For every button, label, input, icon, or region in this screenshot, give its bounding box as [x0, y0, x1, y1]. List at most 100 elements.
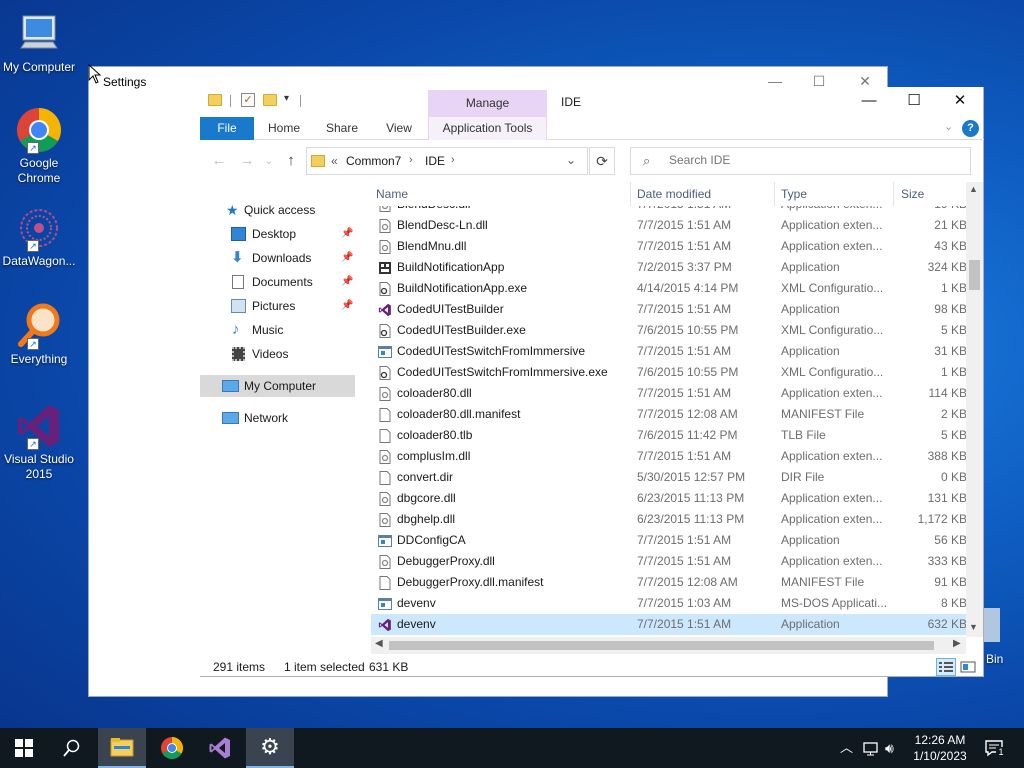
details-view-button[interactable] [936, 658, 956, 676]
file-type: MS-DOS Applicati... [781, 596, 888, 610]
expand-ribbon-chevron-icon[interactable]: ⌄ [944, 120, 953, 133]
search-input[interactable] [669, 153, 959, 167]
breadcrumb-common7[interactable]: Common7 [346, 154, 401, 168]
file-row[interactable]: DDConfigCA 7/7/2015 1:51 AM Application 56 … [371, 530, 968, 551]
manage-context-tab[interactable]: Manage [428, 90, 547, 117]
pin-icon[interactable]: 📌 [341, 223, 353, 245]
file-explorer-window[interactable]: ✓ ▾ Manage IDE — ☐ ✕ File Home Share Vie… [200, 87, 984, 677]
search-box[interactable]: ⌕ [630, 147, 971, 175]
file-row[interactable]: BlendDesc.dll 7/7/2015 1:51 AM Application… [371, 206, 968, 215]
desktop-icon-label: DataWagon... [2, 254, 76, 268]
nav-network[interactable]: Network [200, 407, 355, 429]
taskbar-visual-studio[interactable] [196, 728, 244, 768]
breadcrumb-separator-icon[interactable]: › [451, 154, 455, 166]
file-row[interactable]: coloader80.dll.manifest 7/7/2015 12:08 AM… [371, 404, 968, 425]
close-button[interactable]: ✕ [937, 91, 983, 113]
desktop-icon-my-computer[interactable]: My Computer [0, 10, 78, 75]
start-button[interactable] [0, 728, 48, 768]
up-arrow-icon[interactable]: ↑ [280, 152, 302, 169]
column-divider[interactable] [774, 182, 775, 206]
properties-check-icon[interactable]: ✓ [241, 93, 255, 107]
pin-icon[interactable]: 📌 [341, 271, 353, 293]
column-header-name[interactable]: Name [371, 182, 629, 206]
column-header-date-modified[interactable]: Date modified [632, 182, 772, 206]
file-row[interactable]: dbghelp.dll 6/23/2015 11:13 PM Application… [371, 509, 968, 530]
nav-quick-access[interactable]: ★ Quick access [200, 199, 355, 221]
file-row[interactable]: DebuggerProxy.dll.manifest 7/7/2015 12:08… [371, 572, 968, 593]
system-clock[interactable]: 12:26 AM 1/10/2023 [906, 732, 974, 764]
tab-share[interactable]: Share [318, 117, 366, 140]
horizontal-scrollbar[interactable]: ◀ ▶ [371, 637, 966, 654]
taskbar-chrome[interactable] [148, 728, 196, 768]
breadcrumb-ide[interactable]: IDE [425, 154, 445, 168]
maximize-button[interactable]: ☐ [891, 91, 937, 113]
file-row[interactable]: convert.dir 5/30/2015 12:57 PM DIR File 0 K… [371, 467, 968, 488]
file-row[interactable]: dbgcore.dll 6/23/2015 11:13 PM Application… [371, 488, 968, 509]
scroll-left-arrow-icon[interactable]: ◀ [375, 638, 383, 649]
column-header-type[interactable]: Type [776, 182, 891, 206]
nav-my-computer[interactable]: My Computer [200, 375, 355, 397]
breadcrumb-separator-icon[interactable]: › [409, 154, 413, 166]
scrollbar-thumb[interactable] [389, 641, 934, 650]
tab-home[interactable]: Home [260, 117, 308, 140]
nav-documents[interactable]: Documents 📌 [200, 271, 355, 293]
file-row[interactable]: DebuggerProxy.dll 7/7/2015 1:51 AM Applica… [371, 551, 968, 572]
recent-locations-chevron-icon[interactable]: ⌄ [258, 156, 280, 167]
desktop-icon-visual-studio[interactable]: ↗ Visual Studio 2015 [0, 402, 78, 482]
address-dropdown-chevron-icon[interactable]: ⌄ [566, 153, 576, 167]
scrollbar-thumb[interactable] [969, 260, 980, 290]
breadcrumb-overflow[interactable]: « [331, 154, 338, 168]
taskbar-settings[interactable]: ⚙ [246, 728, 294, 768]
new-folder-icon[interactable] [263, 94, 277, 106]
column-divider[interactable] [893, 182, 894, 206]
nav-videos[interactable]: Videos [200, 343, 355, 365]
help-icon[interactable]: ? [962, 120, 979, 137]
file-row[interactable]: coloader80.dll 7/7/2015 1:51 AM Applicatio… [371, 383, 968, 404]
file-row[interactable]: CodedUITestBuilder.exe 7/6/2015 10:55 PM X… [371, 320, 968, 341]
file-row[interactable]: BlendMnu.dll 7/7/2015 1:51 AM Application … [371, 236, 968, 257]
tab-view[interactable]: View [375, 117, 423, 140]
volume-icon[interactable]: 🔊︎ [885, 728, 894, 768]
desktop-icon-chrome[interactable]: ↗ Google Chrome [0, 106, 78, 186]
customize-toolbar-dropdown-icon[interactable]: ▾ [284, 93, 289, 104]
nav-desktop[interactable]: Desktop 📌 [200, 223, 355, 245]
notifications-button[interactable]: 1 [984, 738, 1006, 758]
file-row[interactable]: CodedUITestBuilder 7/7/2015 1:51 AM Applic… [371, 299, 968, 320]
show-hidden-icons-chevron-icon[interactable]: ︿ [840, 728, 853, 768]
file-row[interactable]: coloader80.tlb 7/6/2015 11:42 PM TLB File 5… [371, 425, 968, 446]
column-divider[interactable] [630, 182, 631, 206]
refresh-button[interactable]: ⟳ [589, 147, 615, 175]
file-row[interactable]: devenv 7/7/2015 1:03 AM MS-DOS Applicati..… [371, 593, 968, 614]
scroll-up-arrow-icon[interactable]: ▲ [969, 184, 978, 194]
file-row[interactable]: CodedUITestSwitchFromImmersive.exe 7/6/20… [371, 362, 968, 383]
address-bar[interactable]: « Common7 › IDE › ⌄ [306, 147, 588, 175]
column-header-size[interactable]: Size [896, 182, 966, 206]
file-row[interactable]: devenv 7/7/2015 1:51 AM Application 632 KB [371, 614, 968, 635]
back-arrow-icon[interactable]: ← [208, 152, 230, 169]
nav-downloads[interactable]: ⬇ Downloads 📌 [200, 247, 355, 269]
file-row[interactable]: BuildNotificationApp 7/2/2015 3:37 PM Appl… [371, 257, 968, 278]
scroll-right-arrow-icon[interactable]: ▶ [953, 638, 961, 649]
file-row[interactable]: complusIm.dll 7/7/2015 1:51 AM Application… [371, 446, 968, 467]
taskbar-file-explorer[interactable] [98, 728, 146, 768]
network-tray-icon[interactable] [862, 728, 880, 768]
vertical-scrollbar[interactable]: ▲ ▼ [966, 182, 983, 637]
file-row[interactable]: CodedUITestSwitchFromImmersive 7/7/2015 1… [371, 341, 968, 362]
pin-icon[interactable]: 📌 [341, 247, 353, 269]
forward-arrow-icon[interactable]: → [236, 152, 258, 169]
scroll-down-arrow-icon[interactable]: ▼ [969, 622, 978, 632]
file-row[interactable]: BlendDesc-Ln.dll 7/7/2015 1:51 AM Applicat… [371, 215, 968, 236]
search-taskbar-button[interactable] [48, 728, 96, 768]
file-name: coloader80.tlb [397, 428, 473, 442]
desktop-icon-datawagon[interactable]: ↗ DataWagon... [0, 204, 78, 269]
pin-icon[interactable]: 📌 [341, 295, 353, 317]
nav-music[interactable]: ♪ Music [200, 319, 355, 341]
large-icons-view-button[interactable] [958, 658, 978, 676]
tab-file[interactable]: File [200, 117, 254, 140]
tab-application-tools[interactable]: Application Tools [428, 117, 547, 140]
nav-pictures[interactable]: Pictures 📌 [200, 295, 355, 317]
minimize-button[interactable]: — [846, 91, 892, 113]
desktop-icon-everything[interactable]: ↗ Everything [0, 302, 78, 367]
file-row[interactable]: BuildNotificationApp.exe 4/14/2015 4:14 P… [371, 278, 968, 299]
file-name: devenv [397, 596, 436, 610]
